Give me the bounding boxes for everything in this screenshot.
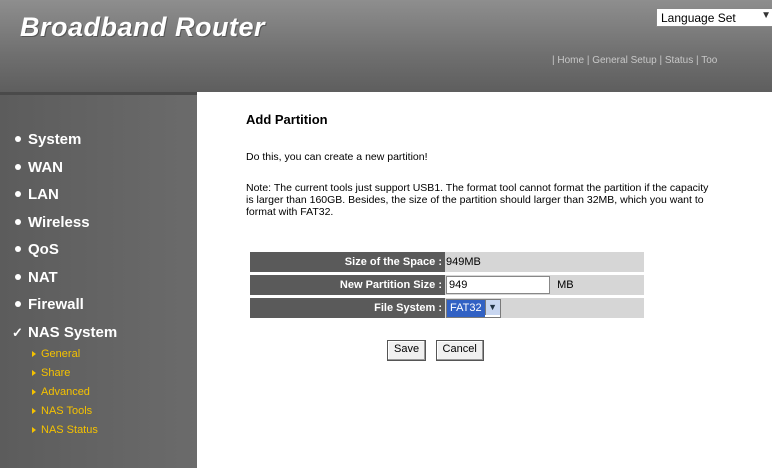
bullet-dot-icon [15,136,21,143]
sidebar-item-label: QoS [28,241,59,258]
chevron-down-icon: ▼ [484,299,500,315]
bullet-dot-icon [15,163,21,170]
file-system-row: File System : FAT32 ▼ [250,298,644,318]
header-bar: Broadband Router Language Set ▼ | Home |… [0,0,772,92]
sidebar-item-wan[interactable]: WAN [12,157,117,185]
language-select[interactable]: Language Set ▼ [656,8,772,27]
partition-size-label: New Partition Size : [250,275,445,295]
submenu-item-label: Advanced [41,386,90,398]
bullet-dot-icon [15,191,21,198]
sidebar-menu: System WAN LAN Wireless QoS NAT Firewall… [12,129,117,440]
form-buttons: Save Cancel [387,339,489,361]
sidebar-item-firewall[interactable]: Firewall [12,294,117,322]
triangle-right-icon [32,389,36,396]
submenu-item-label: NAS Status [41,424,98,436]
bullet-dot-icon [15,301,21,308]
file-system-cell: FAT32 ▼ [445,298,644,318]
file-system-select[interactable]: FAT32 ▼ [446,298,501,318]
brand-title: Broadband Router [20,12,266,42]
partition-form: Size of the Space : 949MB New Partition … [250,249,644,321]
sidebar: System WAN LAN Wireless QoS NAT Firewall… [0,92,197,468]
sidebar-item-label: System [28,131,82,148]
file-system-label: File System : [250,298,445,318]
chevron-down-icon: ▼ [761,10,771,21]
partition-size-cell: MB [445,275,644,295]
submenu-item-general[interactable]: General [32,345,117,364]
sidebar-item-lan[interactable]: LAN [12,184,117,212]
top-navigation: | Home | General Setup | Status | Too [552,55,717,66]
submenu-item-label: Share [41,367,71,379]
page-title: Add Partition [246,112,328,127]
file-system-value: FAT32 [447,299,485,317]
checkmark-icon: ✓ [12,324,23,340]
bullet-dot-icon [15,246,21,253]
triangle-right-icon [32,370,36,377]
bullet-dot-icon [15,218,21,225]
partition-size-input[interactable] [446,276,550,294]
sidebar-item-label: NAT [28,268,58,286]
sidebar-item-label: WAN [28,158,63,176]
submenu-item-nas-status[interactable]: NAS Status [32,421,117,440]
cancel-button[interactable]: Cancel [435,340,484,361]
language-select-value: Language Set [661,11,736,25]
note-text: Note: The current tools just support USB… [246,182,709,218]
submenu-item-nas-tools[interactable]: NAS Tools [32,402,117,421]
main-content: Add Partition Do this, you can create a … [197,92,772,468]
nav-general-setup-link[interactable]: | General Setup [587,55,657,66]
intro-text: Do this, you can create a new partition! [246,151,428,163]
space-row: Size of the Space : 949MB [250,252,644,272]
nav-tools-link[interactable]: | Too [696,55,717,66]
partition-size-row: New Partition Size : MB [250,275,644,295]
nas-submenu: General Share Advanced NAS Tools NAS Sta… [32,345,117,440]
sidebar-item-label: LAN [28,186,59,203]
partition-size-unit: MB [557,279,574,291]
sidebar-item-label: Firewall [28,296,84,313]
triangle-right-icon [32,408,36,415]
sidebar-item-label: Wireless [28,213,90,231]
sidebar-item-system[interactable]: System [12,129,117,157]
bullet-dot-icon [15,273,21,280]
sidebar-item-qos[interactable]: QoS [12,239,117,267]
sidebar-item-label: NAS System [28,323,118,341]
submenu-item-share[interactable]: Share [32,364,117,383]
submenu-item-advanced[interactable]: Advanced [32,383,117,402]
space-value: 949MB [445,252,644,272]
submenu-item-label: General [41,348,81,360]
triangle-right-icon [32,427,36,434]
triangle-right-icon [32,351,36,358]
space-label: Size of the Space : [250,252,445,272]
save-button[interactable]: Save [387,340,427,361]
sidebar-item-wireless[interactable]: Wireless [12,212,117,240]
nav-home-link[interactable]: | Home [552,55,584,66]
nav-status-link[interactable]: | Status [660,55,694,66]
sidebar-item-nat[interactable]: NAT [12,267,117,295]
submenu-item-label: NAS Tools [41,405,93,417]
